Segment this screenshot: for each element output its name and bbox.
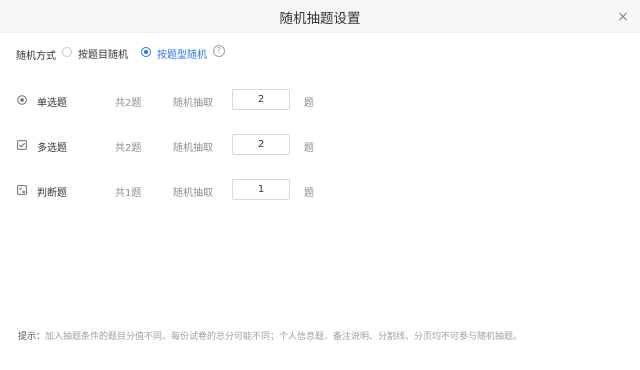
radio-checked-icon xyxy=(141,47,151,57)
question-type-name: 多选题 xyxy=(37,143,67,154)
close-icon[interactable]: × xyxy=(616,10,630,24)
draw-label: 随机抽取 xyxy=(173,143,213,154)
radio-icon xyxy=(17,95,27,105)
question-type-row-single: 单选题 共2题 随机抽取 题 xyxy=(17,89,337,111)
draw-count-input-judge[interactable] xyxy=(232,179,290,200)
unit-label: 题 xyxy=(304,188,314,199)
radio-unchecked-icon xyxy=(62,47,72,57)
unit-label: 题 xyxy=(304,98,314,109)
radio-by-question-label: 按题目随机 xyxy=(78,50,128,61)
tip-text: 提示：加入抽题条件的题目分值不同、每份试卷的总分可能不同；个人信息题、备注说明、… xyxy=(18,329,522,342)
question-type-row-multi: 多选题 共2题 随机抽取 题 xyxy=(17,134,337,156)
question-type-name: 单选题 xyxy=(37,98,67,109)
help-icon[interactable]: ? xyxy=(213,45,225,57)
draw-label: 随机抽取 xyxy=(173,98,213,109)
tip-key: 提示： xyxy=(18,332,46,342)
checkbox-icon xyxy=(17,140,27,150)
judge-icon xyxy=(17,185,27,195)
draw-label: 随机抽取 xyxy=(173,188,213,199)
dialog-header: 随机抽题设置 × xyxy=(0,0,640,33)
question-total: 共1题 xyxy=(115,188,142,199)
tip-body: 加入抽题条件的题目分值不同、每份试卷的总分可能不同；个人信息题、备注说明、分割线… xyxy=(45,332,523,342)
question-total: 共2题 xyxy=(115,143,142,154)
radio-by-type-label: 按题型随机 xyxy=(157,50,207,61)
random-mode-label: 随机方式 xyxy=(16,51,56,62)
draw-count-input-single[interactable] xyxy=(232,89,290,110)
unit-label: 题 xyxy=(304,143,314,154)
question-type-row-judge: 判断题 共1题 随机抽取 题 xyxy=(17,179,337,201)
question-type-name: 判断题 xyxy=(37,188,67,199)
question-total: 共2题 xyxy=(115,98,142,109)
draw-count-input-multi[interactable] xyxy=(232,134,290,155)
dialog-title: 随机抽题设置 xyxy=(279,11,361,27)
